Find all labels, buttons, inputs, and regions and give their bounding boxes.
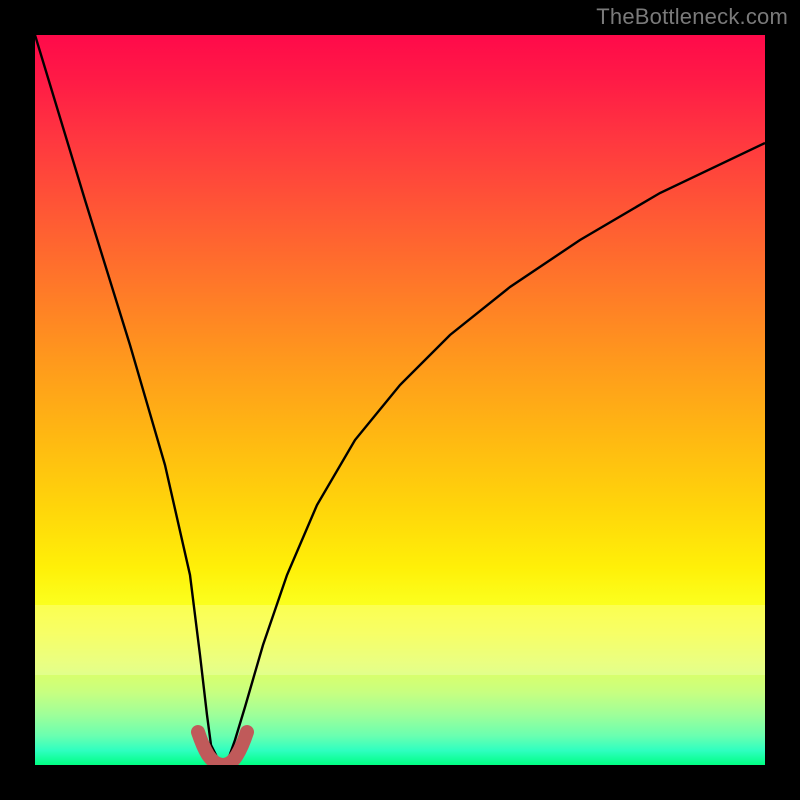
chart-frame: TheBottleneck.com	[0, 0, 800, 800]
curve-layer	[35, 35, 765, 765]
target-marker	[198, 732, 247, 765]
plot-area	[35, 35, 765, 765]
watermark-text: TheBottleneck.com	[596, 4, 788, 30]
bottleneck-curve	[35, 35, 765, 760]
